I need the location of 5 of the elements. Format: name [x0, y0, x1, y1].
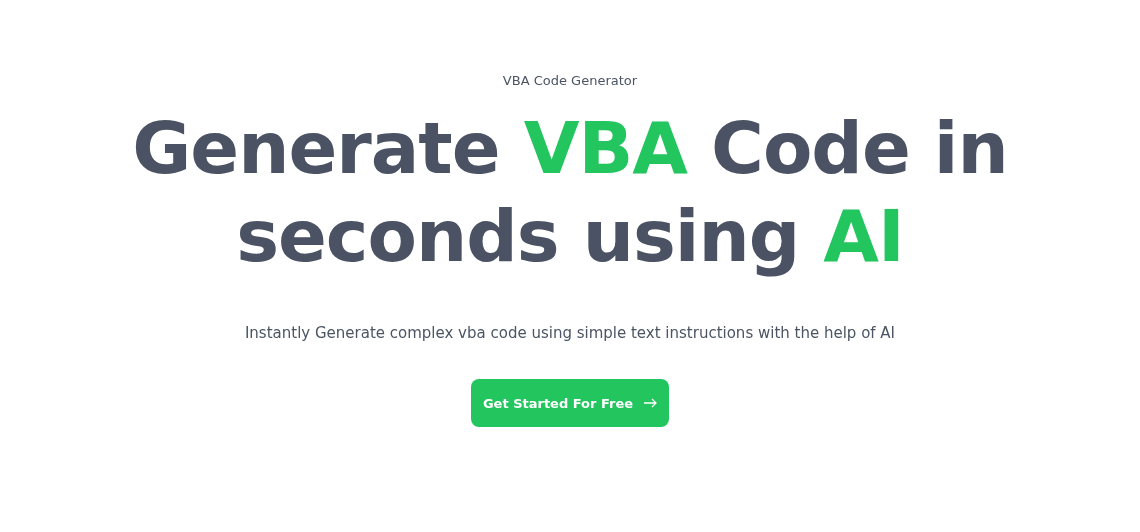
- eyebrow-label: VBA Code Generator: [502, 73, 638, 88]
- arrow-right-icon: [643, 398, 658, 408]
- subtitle: Instantly Generate complex vba code using simple text instructions with the help of AI: [244, 324, 896, 342]
- get-started-button[interactable]: Get Started For Free: [470, 379, 670, 427]
- headline: Generate VBA Code in seconds using AI: [131, 105, 1009, 280]
